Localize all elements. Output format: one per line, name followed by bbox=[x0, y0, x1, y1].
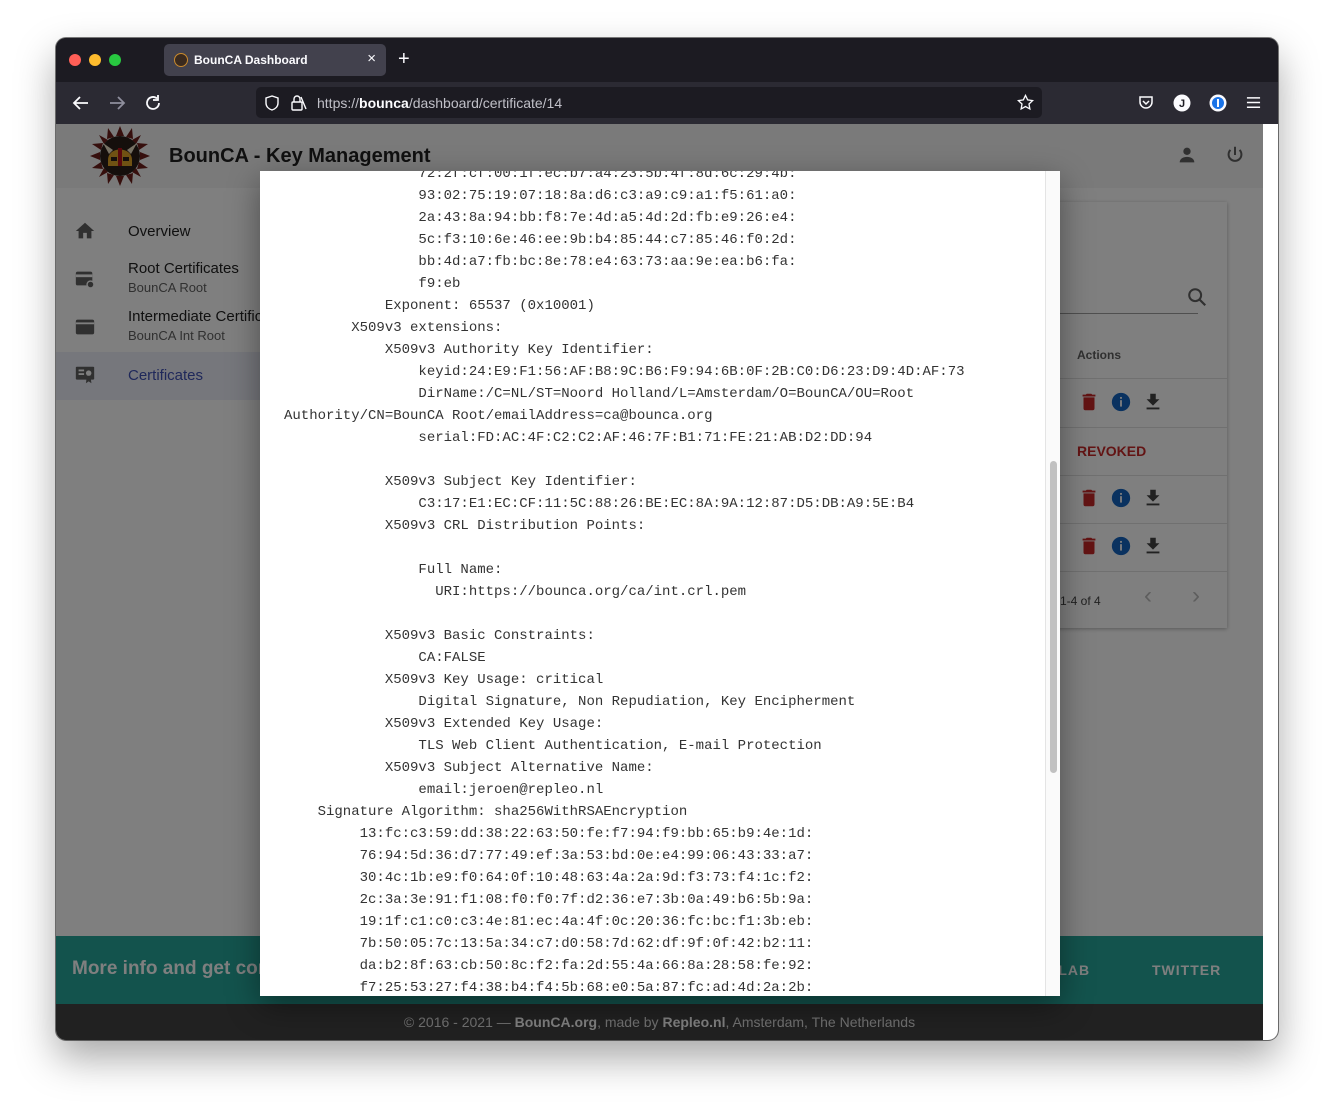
certificate-text-line: TLS Web Client Authentication, E-mail Pr… bbox=[284, 738, 822, 754]
pocket-icon[interactable] bbox=[1138, 95, 1154, 111]
certificate-text-line: C3:17:E1:EC:CF:11:5C:88:26:BE:EC:8A:9A:1… bbox=[284, 496, 915, 512]
certificate-text-line: 5c:f3:10:6e:46:ee:9b:b4:85:44:c7:85:46:f… bbox=[284, 232, 797, 248]
browser-tab-bar: BounCA Dashboard × + bbox=[56, 38, 1278, 82]
page-scrollbar[interactable] bbox=[1263, 124, 1278, 1040]
svg-text:J: J bbox=[1179, 98, 1185, 110]
reload-icon[interactable] bbox=[144, 94, 162, 112]
certificate-text-line: X509v3 Subject Alternative Name: bbox=[284, 760, 654, 776]
certificate-text-line: Authority/CN=BounCA Root/emailAddress=ca… bbox=[284, 408, 713, 424]
certificate-text-line: X509v3 Subject Key Identifier: bbox=[284, 474, 637, 490]
forward-arrow-icon[interactable] bbox=[108, 94, 126, 112]
certificate-text-line: 19:1f:c1:c0:c3:4e:81:ec:4a:4f:0c:20:36:f… bbox=[284, 914, 814, 930]
browser-tab[interactable]: BounCA Dashboard × bbox=[164, 44, 386, 76]
browser-window: BounCA Dashboard × + https://bounca/dash… bbox=[56, 38, 1278, 1040]
close-window-button[interactable] bbox=[69, 54, 81, 66]
tab-title: BounCA Dashboard bbox=[194, 53, 308, 67]
certificate-text-line: f7:25:53:27:f4:38:b4:f4:5b:68:e0:5a:87:f… bbox=[284, 980, 814, 996]
certificate-text-line: keyid:24:E9:F1:56:AF:B8:9C:B6:F9:94:6B:0… bbox=[284, 364, 965, 380]
certificate-text-line: X509v3 Key Usage: critical bbox=[284, 672, 604, 688]
certificate-text-line: 93:02:75:19:07:18:8a:d6:c3:a9:c9:a1:f5:6… bbox=[284, 188, 797, 204]
certificate-text-line: CA:FALSE bbox=[284, 650, 486, 666]
certificate-text-line: Signature Algorithm: sha256WithRSAEncryp… bbox=[284, 804, 688, 820]
certificate-text-line: 2c:3a:3e:91:f1:08:f0:f0:7f:d2:36:e7:3b:0… bbox=[284, 892, 814, 908]
certificate-text-line: X509v3 Authority Key Identifier: bbox=[284, 342, 654, 358]
address-bar[interactable]: https://bounca/dashboard/certificate/14 bbox=[256, 87, 1042, 118]
certificate-text-line: da:b2:8f:63:cb:50:8c:f2:fa:2d:55:4a:66:8… bbox=[284, 958, 814, 974]
certificate-text-line: URI:https://bounca.org/ca/int.crl.pem bbox=[284, 584, 747, 600]
certificate-text-line: 30:4c:1b:e9:f0:64:0f:10:48:63:4a:2a:9d:f… bbox=[284, 870, 814, 886]
certificate-text-line: f9:eb bbox=[284, 276, 461, 292]
certificate-text-line: X509v3 CRL Distribution Points: bbox=[284, 518, 646, 534]
certificate-text-line: DirName:/C=NL/ST=Noord Holland/L=Amsterd… bbox=[284, 386, 915, 402]
certificate-text-line: 76:94:5d:36:d7:77:49:ef:3a:53:bd:0e:e4:9… bbox=[284, 848, 814, 864]
url-host: bounca bbox=[359, 95, 409, 111]
certificate-text-line: X509v3 extensions: bbox=[284, 320, 503, 336]
url-prefix: https:// bbox=[317, 95, 360, 111]
certificate-text: 72:2f:cf:00:1f:ec:b7:a4:23:5b:4f:8d:6c:2… bbox=[284, 171, 965, 996]
bookmark-star-icon[interactable] bbox=[1017, 94, 1034, 111]
url-path: /dashboard/certificate/14 bbox=[408, 95, 563, 111]
certificate-text-line: X509v3 Extended Key Usage: bbox=[284, 716, 604, 732]
password-manager-icon[interactable] bbox=[1209, 94, 1227, 112]
page-content: BounCA - Key Management Overview Root Ce… bbox=[56, 124, 1263, 1040]
certificate-text-line: Digital Signature, Non Repudiation, Key … bbox=[284, 694, 856, 710]
certificate-text-line: Exponent: 65537 (0x10001) bbox=[284, 298, 595, 314]
certificate-details-dialog: 72:2f:cf:00:1f:ec:b7:a4:23:5b:4f:8d:6c:2… bbox=[260, 171, 1060, 996]
minimize-window-button[interactable] bbox=[89, 54, 101, 66]
certificate-text-line: Full Name: bbox=[284, 562, 503, 578]
lock-icon[interactable] bbox=[289, 94, 307, 112]
zoom-window-button[interactable] bbox=[109, 54, 121, 66]
bounca-favicon-icon bbox=[174, 53, 188, 67]
certificate-text-line: email:jeroen@repleo.nl bbox=[284, 782, 604, 798]
tab-close-icon[interactable]: × bbox=[367, 50, 376, 67]
browser-nav-bar: https://bounca/dashboard/certificate/14 … bbox=[56, 82, 1278, 124]
certificate-text-line: 7b:50:05:7c:13:5a:34:c7:d0:58:7d:62:df:9… bbox=[284, 936, 814, 952]
url-text[interactable]: https://bounca/dashboard/certificate/14 bbox=[317, 95, 562, 111]
certificate-text-line: bb:4d:a7:fb:bc:8e:78:e4:63:73:aa:9e:ea:b… bbox=[284, 254, 797, 270]
dialog-scrollbar-thumb[interactable] bbox=[1050, 461, 1057, 773]
back-arrow-icon[interactable] bbox=[72, 94, 90, 112]
shield-icon[interactable] bbox=[264, 95, 280, 111]
certificate-text-line: X509v3 Basic Constraints: bbox=[284, 628, 595, 644]
certificate-text-line: 13:fc:c3:59:dd:38:22:63:50:fe:f7:94:f9:b… bbox=[284, 826, 814, 842]
hamburger-menu-icon[interactable] bbox=[1246, 95, 1261, 110]
account-j-icon[interactable]: J bbox=[1173, 94, 1191, 112]
certificate-text-line: serial:FD:AC:4F:C2:C2:AF:46:7F:B1:71:FE:… bbox=[284, 430, 873, 446]
new-tab-button[interactable]: + bbox=[398, 48, 410, 71]
certificate-text-line: 2a:43:8a:94:bb:f8:7e:4d:a5:4d:2d:fb:e9:2… bbox=[284, 210, 797, 226]
dialog-scrollbar[interactable] bbox=[1045, 171, 1060, 996]
certificate-text-line: 72:2f:cf:00:1f:ec:b7:a4:23:5b:4f:8d:6c:2… bbox=[284, 171, 797, 182]
